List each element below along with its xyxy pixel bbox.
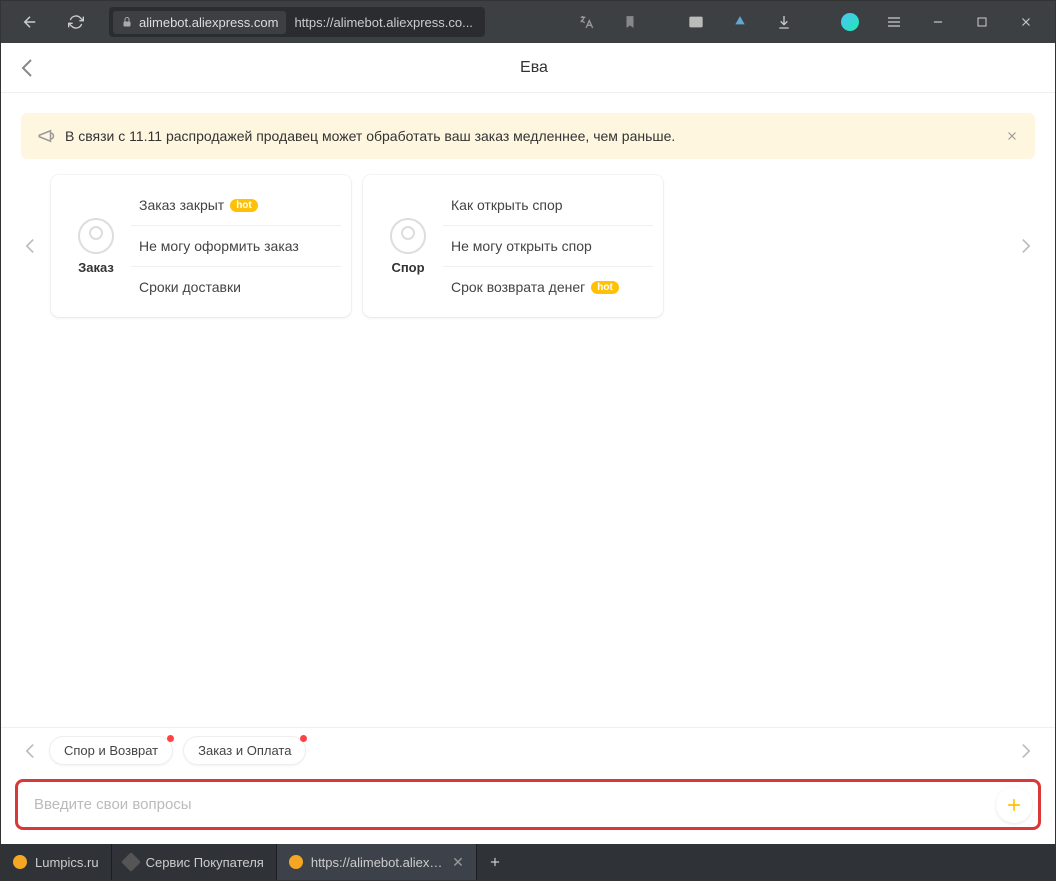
tab-close-button[interactable]: ✕	[452, 854, 464, 871]
topic-card-order: Заказ Заказ закрыт hot Не могу оформить …	[51, 175, 351, 317]
dispute-icon	[390, 218, 426, 254]
page-back-button[interactable]	[21, 58, 33, 78]
browser-tab[interactable]: Lumpics.ru	[1, 844, 112, 880]
add-attachment-button[interactable]	[996, 787, 1032, 823]
tab-favicon	[13, 855, 27, 869]
page-content: Ева В связи с 11.11 распродажей продавец…	[1, 43, 1055, 844]
new-tab-button[interactable]	[477, 844, 513, 880]
message-input[interactable]	[22, 786, 986, 823]
back-button[interactable]	[9, 1, 51, 43]
notice-text: В связи с 11.11 распродажей продавец мож…	[65, 128, 995, 144]
notice-close-button[interactable]	[1005, 129, 1019, 143]
order-icon	[78, 218, 114, 254]
extension-icon-2[interactable]	[719, 1, 761, 43]
tab-favicon	[121, 852, 141, 872]
suggestion-chip[interactable]: Заказ и Оплата	[183, 736, 306, 765]
page-title: Ева	[33, 59, 1035, 77]
card-label: Заказ	[78, 260, 114, 275]
card-item[interactable]: Сроки доставки	[131, 267, 341, 307]
lock-icon	[121, 16, 133, 28]
scroll-area: В связи с 11.11 распродажей продавец мож…	[1, 93, 1055, 727]
browser-tab[interactable]: Сервис Покупателя	[112, 844, 277, 880]
address-bar[interactable]: alimebot.aliexpress.com https://alimebot…	[109, 7, 485, 37]
maximize-button[interactable]	[961, 1, 1003, 43]
chips-next-button[interactable]	[1017, 743, 1035, 759]
url-path-text: https://alimebot.aliexpress.co...	[286, 15, 480, 30]
carousel-next-button[interactable]	[1017, 238, 1035, 254]
bookmark-icon[interactable]	[609, 1, 651, 43]
card-item[interactable]: Заказ закрыт hot	[131, 185, 341, 226]
tab-favicon	[289, 855, 303, 869]
card-item[interactable]: Как открыть спор	[443, 185, 653, 226]
carousel-prev-button[interactable]	[21, 238, 39, 254]
notification-dot	[300, 735, 307, 742]
translate-icon[interactable]	[565, 1, 607, 43]
notice-banner: В связи с 11.11 распродажей продавец мож…	[21, 113, 1035, 159]
downloads-icon[interactable]	[763, 1, 805, 43]
card-item[interactable]: Срок возврата денег hot	[443, 267, 653, 307]
browser-toolbar: alimebot.aliexpress.com https://alimebot…	[1, 1, 1055, 43]
suggestion-chip[interactable]: Спор и Возврат	[49, 736, 173, 765]
minimize-button[interactable]	[917, 1, 959, 43]
browser-tab-bar: Lumpics.ru Сервис Покупателя https://ali…	[1, 844, 1055, 880]
hot-badge: hot	[591, 281, 619, 294]
topic-card-dispute: Спор Как открыть спор Не могу открыть сп…	[363, 175, 663, 317]
card-item[interactable]: Не могу оформить заказ	[131, 226, 341, 267]
close-window-button[interactable]	[1005, 1, 1047, 43]
cards-carousel: Заказ Заказ закрыт hot Не могу оформить …	[21, 175, 1035, 317]
chips-prev-button[interactable]	[21, 743, 39, 759]
megaphone-icon	[37, 127, 55, 145]
card-item[interactable]: Не могу открыть спор	[443, 226, 653, 267]
card-label: Спор	[391, 260, 424, 275]
page-header: Ева	[1, 43, 1055, 93]
notification-dot	[167, 735, 174, 742]
message-input-bar	[15, 779, 1041, 830]
suggestion-chips-row: Спор и Возврат Заказ и Оплата	[1, 727, 1055, 773]
reload-button[interactable]	[55, 1, 97, 43]
extension-icon-1[interactable]	[675, 1, 717, 43]
browser-tab-active[interactable]: https://alimebot.aliexpre ✕	[277, 844, 477, 880]
url-domain-text: alimebot.aliexpress.com	[139, 15, 278, 30]
hot-badge: hot	[230, 199, 258, 212]
menu-icon[interactable]	[873, 1, 915, 43]
profile-icon[interactable]	[829, 1, 871, 43]
